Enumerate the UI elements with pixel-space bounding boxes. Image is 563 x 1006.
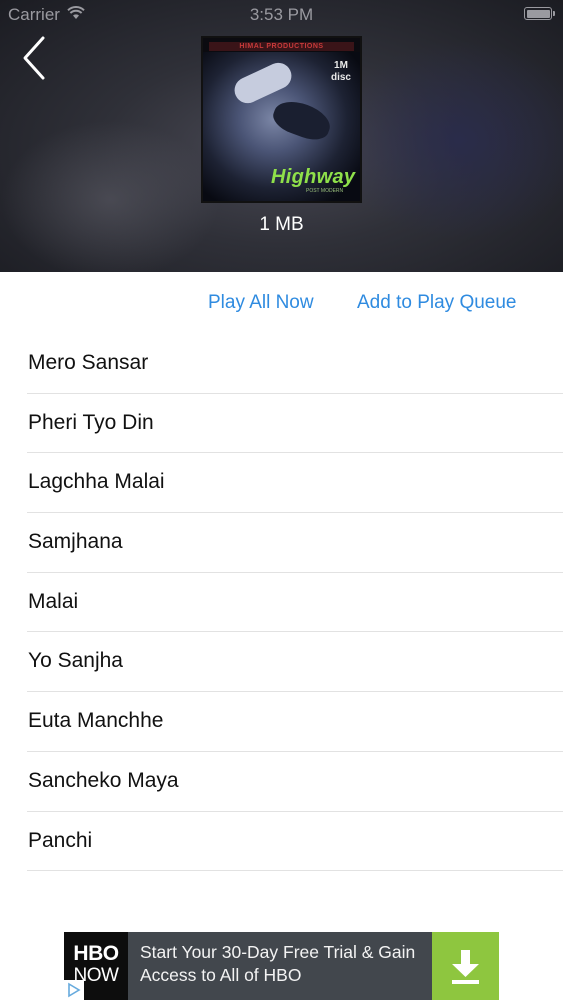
album-art-subtitle: POST MODERN (306, 188, 344, 194)
track-title: Panchi (28, 828, 93, 852)
file-size-label: 1 MB (259, 214, 304, 235)
album-header: Carrier 3:53 PM HIMAL PRODUCTIONS 1M dis… (0, 0, 563, 272)
track-list: Mero Sansar Pheri Tyo Din Lagchha Malai … (0, 334, 563, 872)
add-to-play-queue-button[interactable]: Add to Play Queue (357, 292, 517, 314)
album-art-badge: 1M disc (330, 60, 351, 83)
track-row[interactable]: Samjhana (27, 513, 563, 573)
album-art-arm (230, 58, 296, 108)
status-bar: Carrier 3:53 PM (0, 0, 563, 30)
hbo-logo-text: HBO (73, 942, 119, 965)
download-arrow-icon (452, 950, 479, 984)
track-row[interactable]: Panchi (27, 812, 563, 872)
ad-download-button[interactable] (432, 932, 499, 1000)
album-art-banner: HIMAL PRODUCTIONS (209, 42, 354, 51)
track-title: Sancheko Maya (28, 768, 179, 792)
back-button[interactable] (16, 34, 56, 82)
ad-text: Start Your 30-Day Free Trial & Gain Acce… (140, 942, 416, 985)
track-title: Lagchha Malai (28, 470, 165, 494)
track-row[interactable]: Sancheko Maya (27, 752, 563, 812)
track-title: Mero Sansar (28, 351, 149, 374)
album-art: HIMAL PRODUCTIONS 1M disc Highway POST M… (203, 38, 360, 201)
track-title: Yo Sanjha (28, 649, 123, 673)
album-art-cap (269, 95, 335, 145)
track-row[interactable]: Malai (27, 573, 563, 633)
action-bar: Play All Now Add to Play Queue (0, 272, 563, 334)
clock: 3:53 PM (249, 5, 314, 24)
play-all-now-button[interactable]: Play All Now (208, 292, 314, 314)
track-row[interactable]: Yo Sanjha (27, 632, 563, 693)
track-row[interactable]: Mero Sansar (27, 334, 563, 394)
track-title: Euta Manchhe (28, 709, 164, 733)
track-title: Samjhana (28, 530, 123, 554)
track-row[interactable]: Euta Manchhe (27, 692, 563, 752)
album-art-title: Highway (271, 166, 356, 188)
battery-icon (524, 7, 555, 20)
track-title: Pheri Tyo Din (28, 410, 154, 434)
chevron-left-icon (23, 36, 45, 80)
track-row[interactable]: Lagchha Malai (27, 453, 563, 514)
track-row[interactable]: Pheri Tyo Din (27, 394, 563, 454)
ad-choices-icon[interactable] (64, 980, 84, 1000)
ad-banner[interactable]: HBO NOW Start Your 30-Day Free Trial & G… (64, 932, 499, 1000)
track-title: Malai (28, 589, 79, 613)
